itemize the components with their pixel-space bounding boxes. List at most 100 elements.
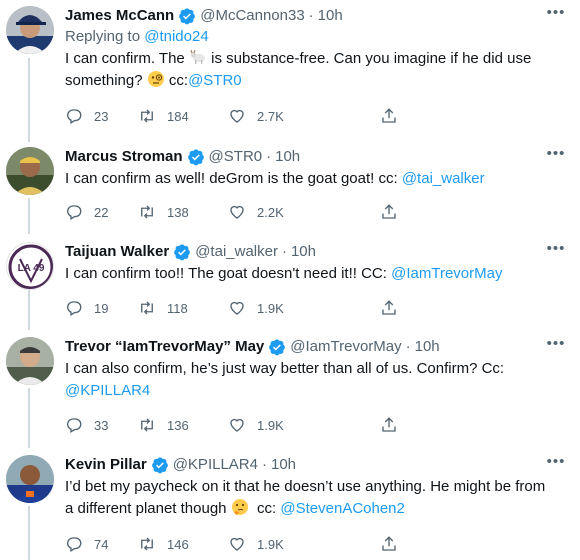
more-options-icon[interactable]: ••• <box>546 241 566 262</box>
author-name[interactable]: James McCann <box>65 6 174 26</box>
like-count: 1.9K <box>257 417 284 433</box>
author-handle[interactable]: @STR0 <box>209 147 263 167</box>
like-count: 2.7K <box>257 108 284 124</box>
reply-icon <box>67 418 82 433</box>
timestamp[interactable]: 10h <box>291 242 316 262</box>
reply-count: 23 <box>94 108 109 124</box>
avatar[interactable] <box>6 455 54 503</box>
timestamp[interactable]: 10h <box>415 337 440 357</box>
retweet-count: 136 <box>167 417 189 433</box>
reply-button[interactable]: 33 <box>65 415 138 435</box>
tweet-text-part: cc: <box>257 500 277 517</box>
share-icon <box>382 536 396 551</box>
retweet-count: 146 <box>167 536 189 552</box>
replying-to-label: Replying to <box>65 28 141 45</box>
tweet-text-part: something? <box>65 72 143 89</box>
face-with-monocle-emoji-icon <box>147 70 165 88</box>
reply-button[interactable]: 23 <box>65 106 138 126</box>
retweet-button[interactable]: 138 <box>138 202 228 222</box>
share-icon <box>382 108 396 123</box>
reply-count: 22 <box>94 204 109 220</box>
avatar[interactable] <box>6 147 54 195</box>
reply-icon <box>67 205 82 220</box>
retweet-button[interactable]: 118 <box>138 298 228 318</box>
like-button[interactable]: 1.9K <box>228 298 380 318</box>
author-name[interactable]: Kevin Pillar <box>65 455 147 475</box>
reply-button[interactable]: 19 <box>65 298 138 318</box>
thinking-face-emoji-icon <box>231 498 249 516</box>
tweet-text-part: cc: <box>168 72 189 89</box>
share-button[interactable] <box>380 106 420 126</box>
tweet-text: I can also confirm, he’s just way better… <box>65 358 566 402</box>
avatar[interactable]: LA 49 <box>6 242 54 290</box>
timestamp[interactable]: 10h <box>275 147 300 167</box>
share-button[interactable] <box>380 415 420 435</box>
verified-badge-icon <box>268 338 286 356</box>
mention-link[interactable]: @StevenACohen2 <box>280 500 404 517</box>
like-button[interactable]: 1.9K <box>228 415 380 435</box>
separator: · <box>281 243 287 260</box>
avatar[interactable] <box>6 337 54 385</box>
more-options-icon[interactable]: ••• <box>546 336 566 357</box>
like-button[interactable]: 1.9K <box>228 534 380 554</box>
reply-count: 33 <box>94 417 109 433</box>
retweet-icon <box>141 418 153 432</box>
retweet-button[interactable]: 146 <box>138 534 228 554</box>
retweet-count: 138 <box>167 204 189 220</box>
retweet-icon <box>141 301 153 315</box>
retweet-icon <box>141 537 153 551</box>
replying-to-link[interactable]: @tnido24 <box>144 28 208 45</box>
tweet-text-part: a different planet though <box>65 500 227 517</box>
tweet-actions: 33 136 1.9K <box>65 415 495 435</box>
like-button[interactable]: 2.7K <box>228 106 380 126</box>
author-name[interactable]: Taijuan Walker <box>65 242 169 262</box>
share-button[interactable] <box>380 202 420 222</box>
timestamp[interactable]: 10h <box>318 6 343 26</box>
more-options-icon[interactable]: ••• <box>546 454 566 475</box>
avatar[interactable] <box>6 6 54 54</box>
share-icon <box>382 204 396 219</box>
separator: · <box>266 148 272 165</box>
heart-icon <box>230 418 244 432</box>
author-handle[interactable]: @KPILLAR4 <box>173 455 258 475</box>
reply-icon <box>67 537 82 552</box>
share-icon <box>382 417 396 432</box>
like-count: 1.9K <box>257 300 284 316</box>
reply-count: 74 <box>94 536 109 552</box>
reply-icon <box>67 109 82 124</box>
share-button[interactable] <box>380 298 420 318</box>
more-options-icon[interactable]: ••• <box>546 146 566 167</box>
tweet-text: I can confirm as well! deGrom is the goa… <box>65 168 566 190</box>
thread-line <box>28 198 30 234</box>
tweet-text-part: I can also confirm, he’s just way better… <box>65 360 505 377</box>
author-handle[interactable]: @IamTrevorMay <box>290 337 401 357</box>
thread-line <box>28 506 30 560</box>
retweet-icon <box>141 109 153 123</box>
tweet-actions: 22 138 2.2K <box>65 202 495 222</box>
reply-button[interactable]: 74 <box>65 534 138 554</box>
reply-icon <box>67 301 82 316</box>
thread-line <box>28 290 30 330</box>
more-options-icon[interactable]: ••• <box>546 5 566 26</box>
author-handle[interactable]: @McCannon33 <box>200 6 304 26</box>
mention-link[interactable]: @KPILLAR4 <box>65 382 150 399</box>
tweet-text: I can confirm too!! The goat doesn't nee… <box>65 263 566 285</box>
author-name[interactable]: Trevor “IamTrevorMay” May <box>65 337 264 357</box>
author-handle[interactable]: @tai_walker <box>195 242 278 262</box>
mention-link[interactable]: @IamTrevorMay <box>391 265 502 282</box>
reply-button[interactable]: 22 <box>65 202 138 222</box>
timestamp[interactable]: 10h <box>271 455 296 475</box>
like-button[interactable]: 2.2K <box>228 202 380 222</box>
mention-link[interactable]: @tai_walker <box>402 170 485 187</box>
heart-icon <box>230 537 244 551</box>
retweet-button[interactable]: 136 <box>138 415 228 435</box>
like-count: 1.9K <box>257 536 284 552</box>
retweet-button[interactable]: 184 <box>138 106 228 126</box>
verified-badge-icon <box>173 243 191 261</box>
separator: · <box>405 338 411 355</box>
heart-icon <box>230 109 244 123</box>
mention-link[interactable]: @STR0 <box>188 72 242 89</box>
author-name[interactable]: Marcus Stroman <box>65 147 183 167</box>
share-button[interactable] <box>380 534 420 554</box>
verified-badge-icon <box>178 7 196 25</box>
